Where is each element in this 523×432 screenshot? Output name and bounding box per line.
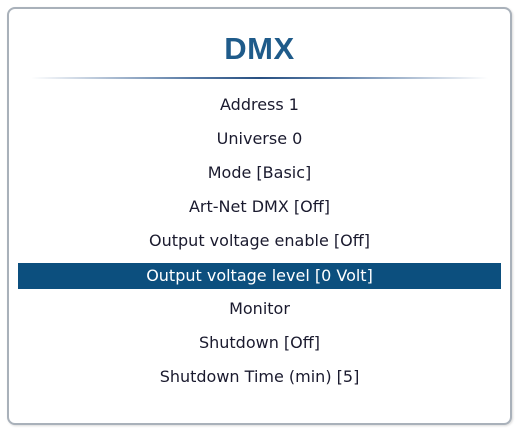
menu-item-art-net-dmx[interactable]: Art-Net DMX [Off] bbox=[9, 191, 510, 225]
title-divider bbox=[31, 77, 488, 79]
menu-item-monitor[interactable]: Monitor bbox=[9, 293, 510, 327]
menu-item-output-voltage-enable[interactable]: Output voltage enable [Off] bbox=[9, 225, 510, 259]
menu-item-address[interactable]: Address 1 bbox=[9, 89, 510, 123]
menu-item-universe[interactable]: Universe 0 bbox=[9, 123, 510, 157]
menu-item-shutdown-time[interactable]: Shutdown Time (min) [5] bbox=[9, 361, 510, 395]
panel-title: DMX bbox=[224, 31, 295, 66]
dmx-menu-list: Address 1 Universe 0 Mode [Basic] Art-Ne… bbox=[9, 89, 510, 395]
menu-item-shutdown[interactable]: Shutdown [Off] bbox=[9, 327, 510, 361]
dmx-menu-panel: DMX Address 1 Universe 0 Mode [Basic] Ar… bbox=[7, 7, 512, 425]
menu-item-output-voltage-level[interactable]: Output voltage level [0 Volt] bbox=[18, 263, 501, 289]
menu-item-mode[interactable]: Mode [Basic] bbox=[9, 157, 510, 191]
